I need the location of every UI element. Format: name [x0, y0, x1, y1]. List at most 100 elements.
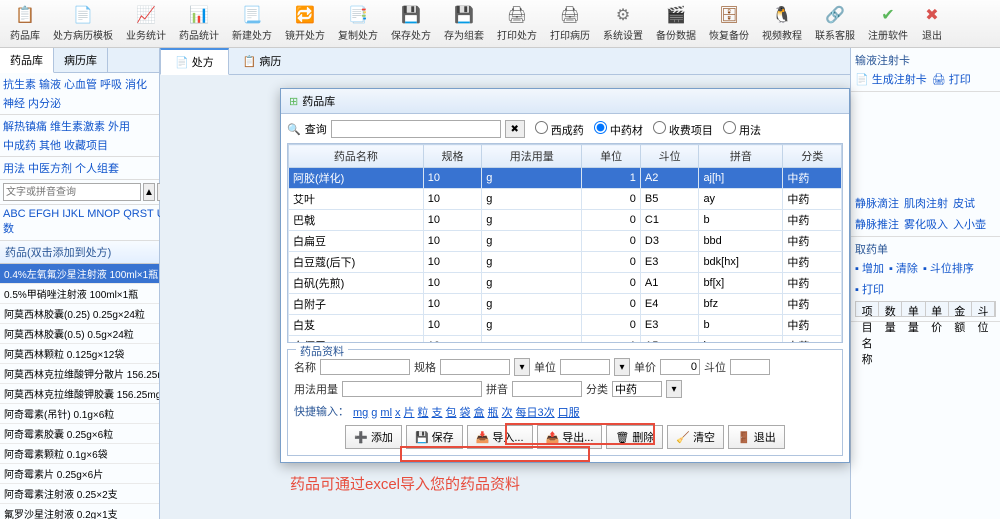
filter-外用[interactable]: 外用 — [108, 118, 130, 134]
quick-粒[interactable]: 粒 — [418, 407, 429, 419]
douwei-input[interactable] — [730, 359, 770, 375]
quick-mg[interactable]: mg — [353, 407, 368, 419]
drug-row[interactable]: 阿莫西林克拉维酸钾分散片 156.25mg×18片 — [0, 364, 159, 384]
btn-导入...[interactable]: 📥导入... — [467, 425, 533, 449]
cat-dropdown[interactable]: ▾ — [666, 380, 682, 398]
quick-口服[interactable]: 口服 — [558, 407, 580, 419]
table-row[interactable]: 白芨10g0E3b中药 — [289, 315, 842, 336]
toolbar-9[interactable]: 🖨打印处方 — [491, 2, 543, 45]
unit-dropdown[interactable]: ▾ — [614, 358, 630, 376]
cat-input[interactable] — [612, 381, 662, 397]
quick-ml[interactable]: ml — [380, 407, 392, 419]
rlink-雾化吸入[interactable]: 雾化吸入 — [904, 216, 948, 232]
quick-支[interactable]: 支 — [432, 407, 443, 419]
take-斗位排序[interactable]: ▪ 斗位排序 — [923, 260, 974, 276]
filter-收藏项目[interactable]: 收藏项目 — [64, 137, 108, 153]
toolbar-5[interactable]: 🔁镜开处方 — [279, 2, 331, 45]
filter-输液[interactable]: 输液 — [39, 76, 61, 92]
rlink-静脉滴注[interactable]: 静脉滴注 — [855, 195, 899, 211]
quick-瓶[interactable]: 瓶 — [488, 407, 499, 419]
radio-用法[interactable]: 用法 — [723, 121, 761, 138]
table-row[interactable]: 阿胶(烊化)10g1A2aj[h]中药 — [289, 168, 842, 189]
rlink-入小壶[interactable]: 入小壶 — [953, 216, 986, 232]
toolbar-4[interactable]: 📃新建处方 — [226, 2, 278, 45]
col-header[interactable]: 药品名称 — [289, 145, 424, 168]
take-打印[interactable]: ▪ 打印 — [855, 281, 884, 297]
filter-内分泌[interactable]: 内分泌 — [28, 95, 61, 111]
toolbar-14[interactable]: 🐧视频教程 — [756, 2, 808, 45]
spec-input[interactable] — [440, 359, 510, 375]
filter-维生素激素[interactable]: 维生素激素 — [50, 118, 105, 134]
rlink-静脉推注[interactable]: 静脉推注 — [855, 216, 899, 232]
drug-row[interactable]: 阿奇霉素(吊针) 0.1g×6粒 — [0, 404, 159, 424]
drug-row[interactable]: 阿奇霉素片 0.25g×6片 — [0, 464, 159, 484]
toolbar-16[interactable]: ✔注册软件 — [862, 2, 914, 45]
take-清除[interactable]: ▪ 清除 — [889, 260, 918, 276]
filter-中成药[interactable]: 中成药 — [3, 137, 36, 153]
table-row[interactable]: 白僵蚕10g1A5b中药 — [289, 336, 842, 344]
spec-dropdown[interactable]: ▾ — [514, 358, 530, 376]
filter-用法[interactable]: 用法 — [3, 160, 25, 176]
toolbar-8[interactable]: 💾存为组套 — [438, 2, 490, 45]
toolbar-7[interactable]: 💾保存处方 — [385, 2, 437, 45]
drug-row[interactable]: 阿莫西林克拉维酸钾胶囊 156.25mg×18片 — [0, 384, 159, 404]
filter-抗生素[interactable]: 抗生素 — [3, 76, 36, 92]
toolbar-3[interactable]: 📊药品统计 — [173, 2, 225, 45]
quick-盒[interactable]: 盒 — [474, 407, 485, 419]
name-input[interactable] — [320, 359, 410, 375]
alpha-数[interactable]: 数 — [3, 223, 14, 235]
drug-row[interactable]: 阿莫西林胶囊(0.5) 0.5g×24粒 — [0, 324, 159, 344]
alpha-EFGH[interactable]: EFGH — [29, 208, 60, 220]
take-增加[interactable]: ▪ 增加 — [855, 260, 884, 276]
btn-导出...[interactable]: 📤导出... — [537, 425, 603, 449]
table-row[interactable]: 艾叶10g0B5ay中药 — [289, 189, 842, 210]
col-header[interactable]: 规格 — [423, 145, 482, 168]
quick-袋[interactable]: 袋 — [460, 407, 471, 419]
rlink-皮试[interactable]: 皮试 — [953, 195, 975, 211]
dialog-search-input[interactable] — [331, 120, 501, 138]
table-row[interactable]: 白扁豆10g0D3bbd中药 — [289, 231, 842, 252]
drug-row[interactable]: 0.5%甲硝唑注射液 100ml×1瓶 — [0, 284, 159, 304]
filter-个人组套[interactable]: 个人组套 — [75, 160, 119, 176]
filter-消化[interactable]: 消化 — [125, 76, 147, 92]
toolbar-13[interactable]: 🗄恢复备份 — [703, 2, 755, 45]
btn-添加[interactable]: ➕添加 — [345, 425, 402, 449]
gen-inject-card-link[interactable]: 📄 生成注射卡 — [855, 71, 927, 87]
col-header[interactable]: 拼音 — [699, 145, 783, 168]
col-header[interactable]: 用法用量 — [482, 145, 582, 168]
tab-drug-lib[interactable]: 药品库 — [0, 48, 54, 73]
alpha-ABC[interactable]: ABC — [3, 208, 26, 220]
drug-row[interactable]: 氟罗沙星注射液 0.2g×1支 — [0, 504, 159, 519]
btn-清空[interactable]: 🧹清空 — [667, 425, 724, 449]
drug-row[interactable]: 阿莫西林胶囊(0.25) 0.25g×24粒 — [0, 304, 159, 324]
drug-row[interactable]: 阿奇霉素注射液 0.25×2支 — [0, 484, 159, 504]
alpha-IJKL[interactable]: IJKL — [62, 208, 84, 220]
toolbar-12[interactable]: 🎬备份数据 — [650, 2, 702, 45]
table-row[interactable]: 白附子10g0E4bfz中药 — [289, 294, 842, 315]
toolbar-2[interactable]: 📈业务统计 — [120, 2, 172, 45]
drug-search-input[interactable] — [3, 183, 141, 201]
radio-收费项目[interactable]: 收费项目 — [653, 121, 713, 138]
price-input[interactable] — [660, 359, 700, 375]
quick-次[interactable]: 次 — [502, 407, 513, 419]
filter-解热镇痛[interactable]: 解热镇痛 — [3, 118, 47, 134]
table-row[interactable]: 白矾(先煎)10g0A1bf[x]中药 — [289, 273, 842, 294]
quick-片[interactable]: 片 — [404, 407, 415, 419]
tab-prescription[interactable]: 📄处方 — [160, 48, 229, 75]
toolbar-1[interactable]: 📄处方病历模板 — [47, 2, 119, 45]
quick-包[interactable]: 包 — [446, 407, 457, 419]
dialog-search-button[interactable]: ✖ — [505, 120, 525, 138]
radio-中药材[interactable]: 中药材 — [594, 121, 643, 138]
filter-呼吸[interactable]: 呼吸 — [100, 76, 122, 92]
btn-删除[interactable]: 🗑删除 — [606, 425, 663, 449]
search-up-button[interactable]: ▲ — [143, 183, 155, 201]
filter-神经[interactable]: 神经 — [3, 95, 25, 111]
pinyin-input[interactable] — [512, 381, 582, 397]
drug-row[interactable]: 0.4%左氧氟沙星注射液 100ml×1瓶 — [0, 264, 159, 284]
filter-其他[interactable]: 其他 — [39, 137, 61, 153]
btn-退出[interactable]: 🚪退出 — [728, 425, 785, 449]
tab-medical-record[interactable]: 📋病历 — [229, 48, 296, 74]
tab-record-lib[interactable]: 病历库 — [54, 48, 108, 72]
btn-保存[interactable]: 💾保存 — [406, 425, 463, 449]
print-inject-link[interactable]: 🖨 打印 — [932, 71, 971, 87]
